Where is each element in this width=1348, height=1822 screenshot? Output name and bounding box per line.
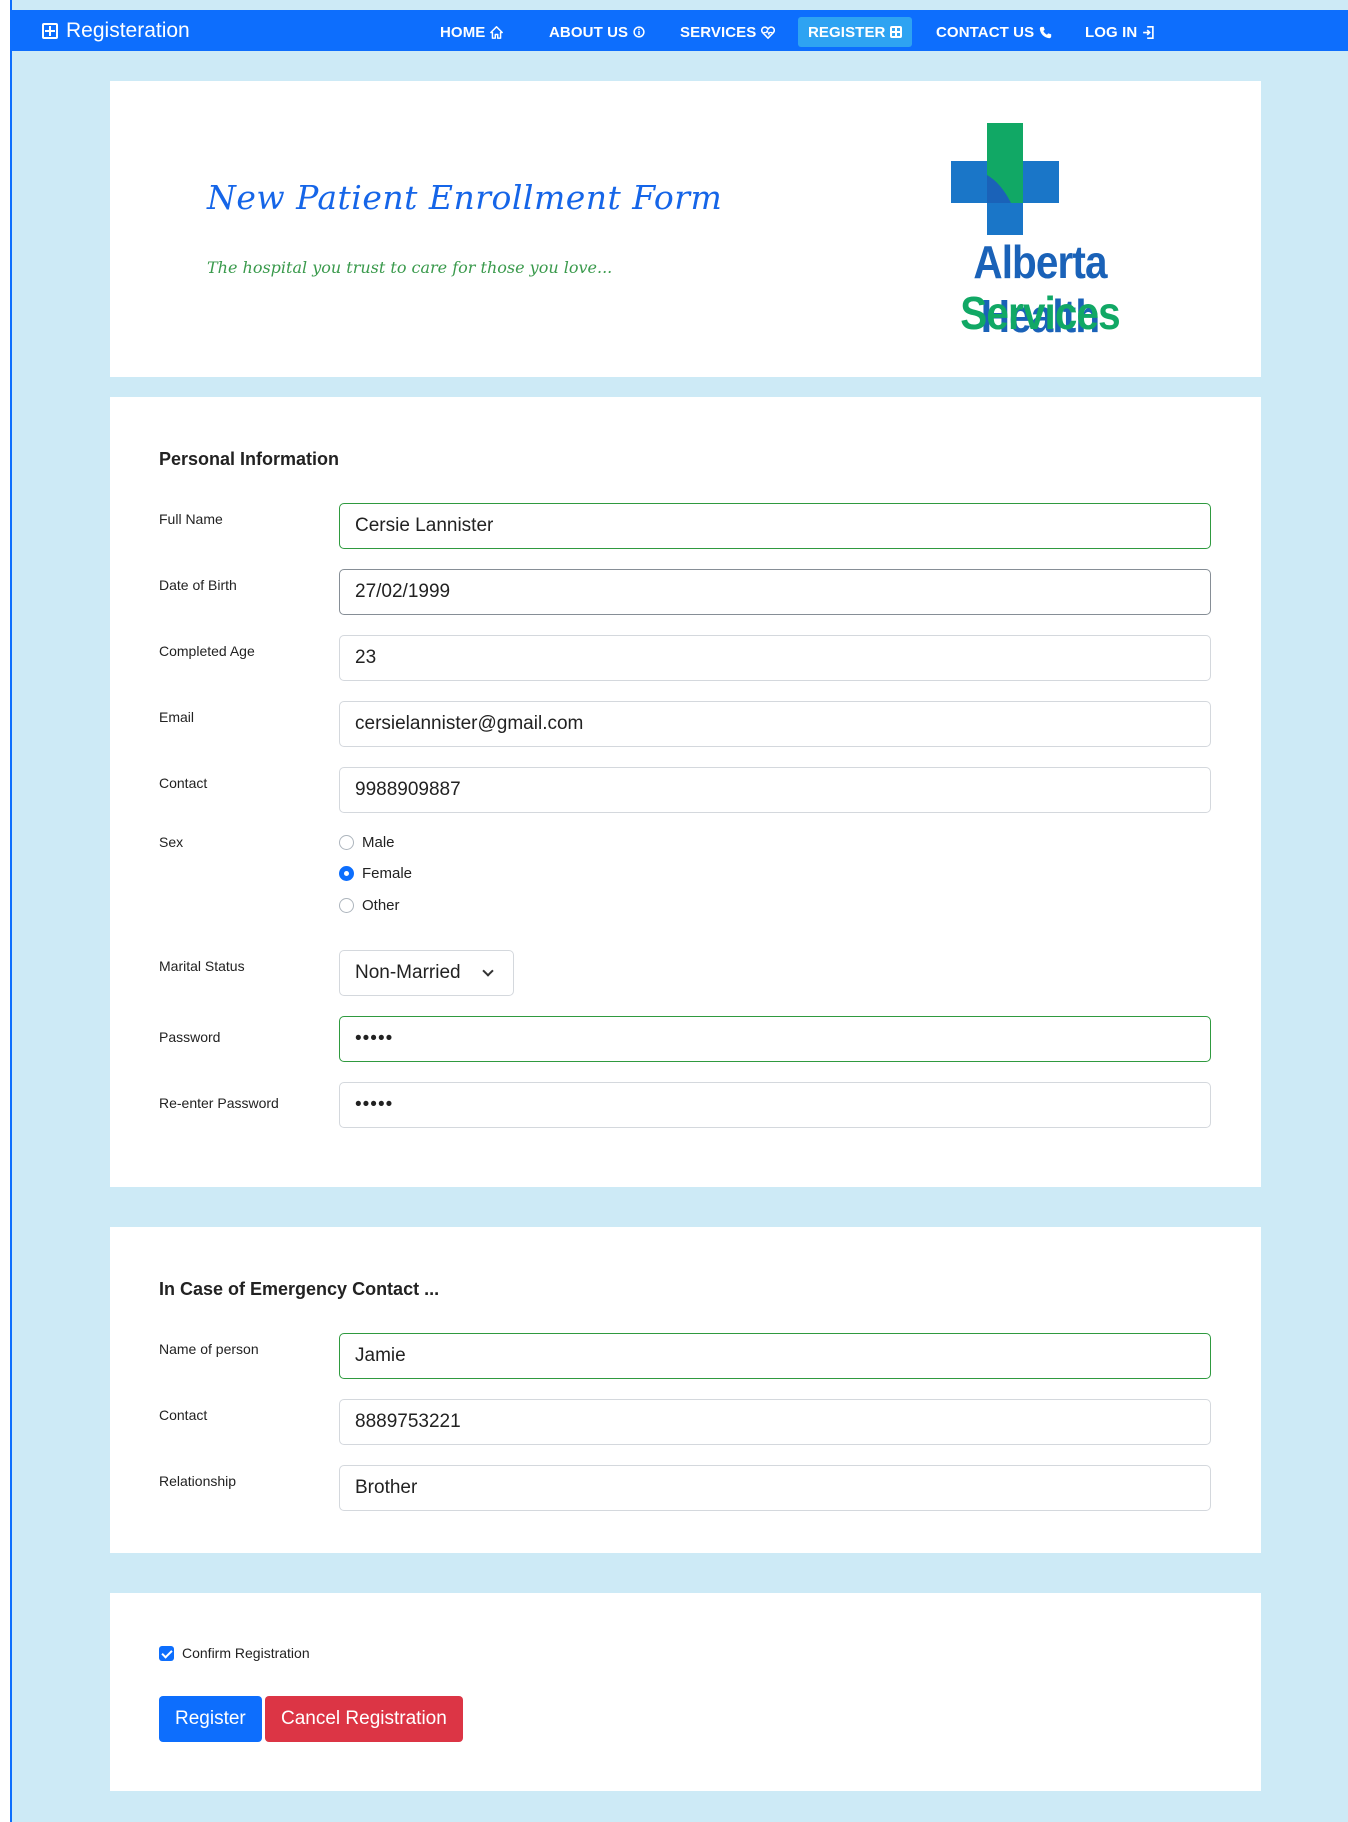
dob-input[interactable]: 27/02/1999	[339, 569, 1211, 615]
home-icon	[490, 25, 504, 39]
marital-status-select[interactable]: Non-Married	[339, 950, 514, 996]
alberta-health-logo: Alberta Health Services	[905, 123, 1175, 342]
email-label: Email	[159, 709, 195, 725]
repassword-label: Re-enter Password	[159, 1095, 279, 1111]
radio-other[interactable]	[339, 898, 354, 913]
navbar-brand[interactable]: Registeration	[42, 10, 190, 51]
radio-female-label: Female	[362, 865, 413, 882]
sex-option-other[interactable]: Other	[339, 897, 400, 914]
section-title-personal: Personal Information	[159, 449, 340, 469]
age-label: Completed Age	[159, 643, 255, 659]
phone-icon	[1040, 26, 1052, 38]
nav-about[interactable]: ABOUT US	[539, 17, 655, 47]
page-tagline: The hospital you trust to care for those…	[207, 258, 613, 277]
chevron-down-icon	[482, 965, 494, 977]
nav-register-label: REGISTER	[808, 23, 886, 41]
emergency-contact-label: Contact	[159, 1407, 208, 1423]
cancel-registration-button[interactable]: Cancel Registration	[265, 1696, 463, 1742]
plus-square-icon	[42, 22, 58, 39]
marital-status-label: Marital Status	[159, 958, 245, 974]
sex-label: Sex	[159, 834, 184, 850]
plus-square-icon	[890, 26, 903, 38]
personal-info-card: Personal Information Full Name Cersie La…	[110, 397, 1261, 1187]
contact-label: Contact	[159, 775, 208, 791]
repassword-input[interactable]: •••••	[339, 1082, 1211, 1128]
password-input[interactable]: •••••	[339, 1016, 1211, 1062]
radio-other-label: Other	[362, 897, 400, 914]
nav-services[interactable]: SERVICES	[670, 17, 785, 47]
email-input[interactable]: cersielannister@gmail.com	[339, 701, 1211, 747]
confirm-registration-checkbox[interactable]	[159, 1645, 174, 1661]
confirm-card: Confirm Registration Register Cancel Reg…	[110, 1593, 1261, 1791]
brand-label: Registeration	[66, 18, 190, 42]
confirm-registration-label: Confirm Registration	[182, 1645, 310, 1661]
sex-option-male[interactable]: Male	[339, 834, 395, 851]
marital-status-value: Non-Married	[355, 962, 461, 983]
medical-cross-icon	[951, 123, 1059, 235]
section-title-emergency: In Case of Emergency Contact ...	[159, 1279, 440, 1299]
password-label: Password	[159, 1029, 221, 1045]
emergency-contact-input[interactable]: 8889753221	[339, 1399, 1211, 1445]
radio-male-label: Male	[362, 834, 395, 851]
top-navbar: Registeration HOME ABOUT US SERVICES REG…	[10, 10, 1348, 51]
sex-option-female[interactable]: Female	[339, 865, 412, 882]
register-button[interactable]: Register	[159, 1696, 262, 1742]
nav-home[interactable]: HOME	[430, 17, 513, 47]
full-name-label: Full Name	[159, 511, 223, 527]
contact-input[interactable]: 9988909887	[339, 767, 1211, 813]
nav-services-label: SERVICES	[680, 23, 757, 41]
hero-card: New Patient Enrollment Form The hospital…	[110, 81, 1261, 377]
heart-pulse-icon	[761, 25, 776, 39]
emergency-contact-card: In Case of Emergency Contact ... Name of…	[110, 1227, 1261, 1553]
login-icon	[1143, 25, 1154, 39]
full-name-input[interactable]: Cersie Lannister	[339, 503, 1211, 549]
confirm-registration-row[interactable]: Confirm Registration	[159, 1645, 310, 1661]
radio-male[interactable]	[339, 835, 354, 850]
nav-contact-label: CONTACT US	[936, 23, 1035, 41]
nav-login[interactable]: LOG IN	[1075, 17, 1164, 47]
relationship-label: Relationship	[159, 1473, 237, 1489]
nav-about-label: ABOUT US	[549, 23, 629, 41]
window-border-line	[10, 0, 12, 1822]
nav-login-label: LOG IN	[1085, 23, 1138, 41]
age-input[interactable]: 23	[339, 635, 1211, 681]
nav-home-label: HOME	[440, 23, 486, 41]
emergency-name-input[interactable]: Jamie	[339, 1333, 1211, 1379]
nav-register[interactable]: REGISTER	[798, 17, 913, 47]
dob-label: Date of Birth	[159, 577, 237, 593]
window-border	[0, 0, 10, 1822]
logo-text-line2: Services	[960, 287, 1120, 339]
relationship-input[interactable]: Brother	[339, 1465, 1211, 1511]
radio-female[interactable]	[339, 866, 354, 881]
page-title: New Patient Enrollment Form	[207, 178, 723, 217]
nav-contact[interactable]: CONTACT US	[926, 17, 1062, 47]
emergency-name-label: Name of person	[159, 1341, 259, 1357]
info-icon	[633, 26, 645, 38]
